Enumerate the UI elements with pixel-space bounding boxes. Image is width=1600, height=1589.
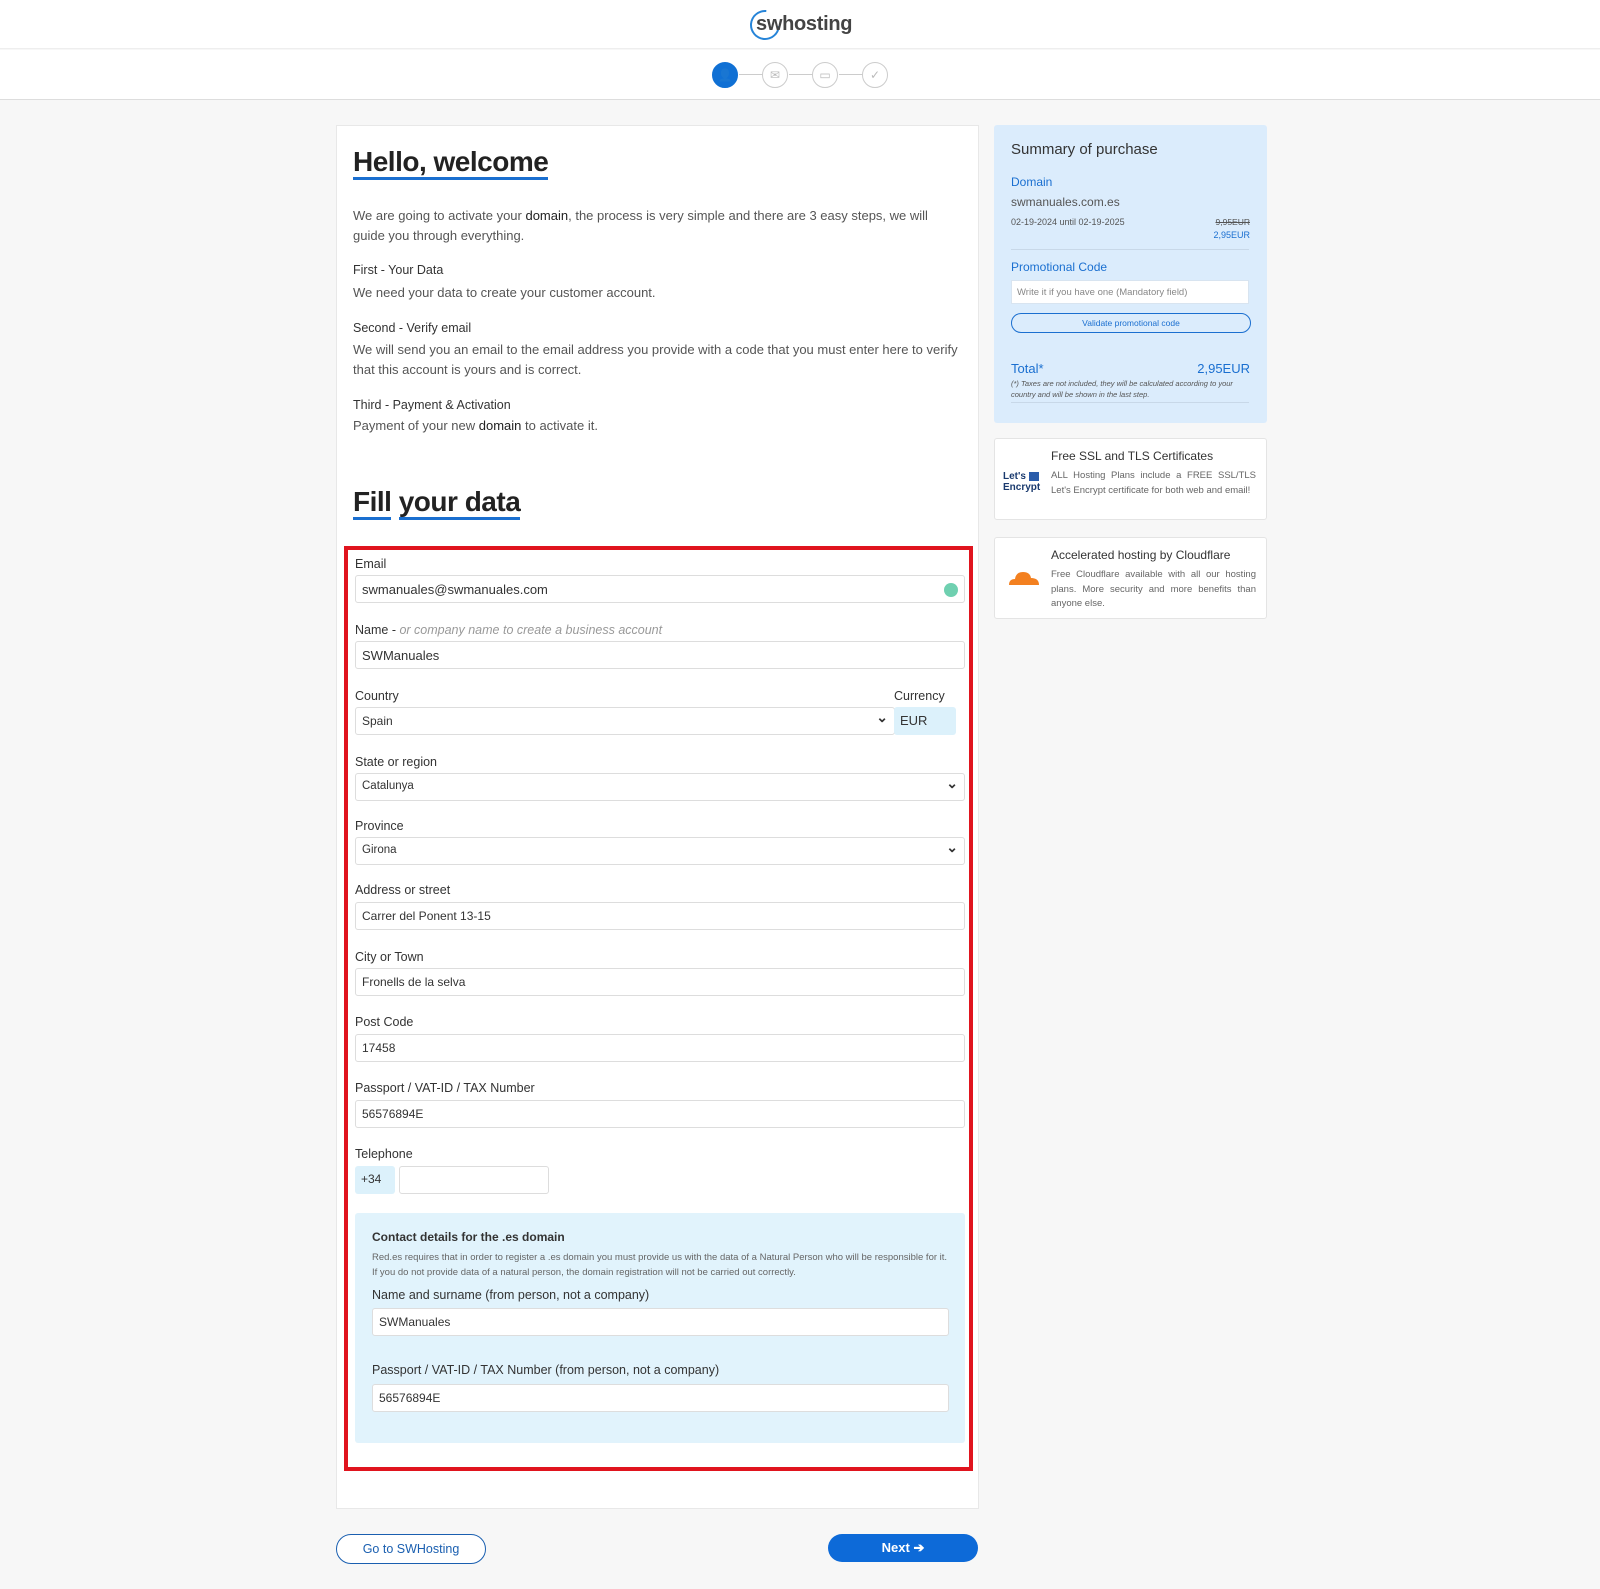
step-payment: ▭ — [812, 62, 838, 88]
province-select[interactable]: Girona — [355, 837, 965, 865]
domain-name: swmanuales.com.es — [1011, 195, 1120, 209]
email-label: Email — [355, 557, 387, 571]
form-title: Fill your data — [353, 486, 521, 520]
step1-title: First - Your Data — [353, 263, 444, 277]
step-connector — [839, 74, 863, 75]
valid-status-icon — [944, 583, 958, 597]
summary-title: Summary of purchase — [1011, 141, 1158, 158]
address-label: Address or street — [355, 883, 451, 897]
tax-note: (*) Taxes are not included, they will be… — [1011, 379, 1233, 399]
promo-code-input[interactable]: Write it if you have one (Mandatory fiel… — [1011, 280, 1249, 304]
currency-field: EUR — [894, 707, 956, 735]
highlighted-form: Email swmanuales@swmanuales.com Name - o… — [344, 546, 973, 1471]
es-contact-section: Contact details for the .es domain Red.e… — [355, 1213, 965, 1443]
step-connector — [789, 74, 813, 75]
ssl-card-text: ALL Hosting Plans include a FREE SSL/TLS… — [1051, 470, 1256, 496]
address-field[interactable]: Carrer del Ponent 13-15 — [355, 902, 965, 930]
taxid-label: Passport / VAT-ID / TAX Number — [355, 1081, 535, 1095]
state-select[interactable]: Catalunya — [355, 773, 965, 801]
check-icon: ✓ — [869, 68, 881, 82]
es-name-field[interactable]: SWManuales — [372, 1308, 949, 1336]
city-label: City or Town — [355, 950, 424, 964]
country-label: Country — [355, 689, 399, 703]
total-label: Total* — [1011, 361, 1044, 376]
domain-label: Domain — [1011, 175, 1053, 189]
total-value: 2,95EUR — [1197, 361, 1250, 376]
cloudflare-cloud-icon — [1009, 572, 1039, 585]
email-field[interactable]: swmanuales@swmanuales.com — [355, 575, 965, 603]
step2-title: Second - Verify email — [353, 321, 472, 335]
cloudflare-card-text: Free Cloudflare available with all our h… — [1051, 569, 1256, 609]
es-taxid-field[interactable]: 56576894E — [372, 1384, 949, 1412]
name-field[interactable]: SWManuales — [355, 641, 965, 669]
old-price: 9,95EUR — [1215, 217, 1251, 227]
step-your-data: 👤 — [712, 62, 738, 88]
country-select[interactable]: Spain — [355, 707, 895, 735]
divider — [1011, 249, 1249, 250]
purchase-summary: Summary of purchase Domain swmanuales.co… — [994, 125, 1267, 423]
telephone-label: Telephone — [355, 1147, 413, 1161]
telephone-field[interactable] — [399, 1166, 549, 1194]
main-panel: Hello, welcome We are going to activate … — [336, 125, 979, 1509]
province-label: Province — [355, 819, 404, 833]
postcode-label: Post Code — [355, 1015, 414, 1029]
welcome-title: Hello, welcome — [353, 146, 549, 180]
ssl-card-title: Free SSL and TLS Certificates — [1051, 449, 1214, 463]
mail-lock-icon: ✉ — [769, 68, 781, 82]
credit-card-icon: ▭ — [819, 68, 831, 82]
city-field[interactable]: Fronells de la selva — [355, 968, 965, 996]
logo-text: swhosting — [756, 13, 853, 35]
es-name-label: Name and surname (from person, not a com… — [372, 1288, 650, 1302]
step2-text: We will send you an email to the email a… — [353, 342, 958, 377]
currency-label: Currency — [894, 689, 945, 703]
user-icon: 👤 — [717, 68, 733, 82]
go-to-swhosting-button[interactable]: Go to SWHosting — [336, 1534, 486, 1564]
step-connector — [739, 74, 763, 75]
step-verify-email: ✉ — [762, 62, 788, 88]
es-contact-text: Red.es requires that in order to registe… — [372, 1252, 948, 1278]
step3-title: Third - Payment & Activation — [353, 398, 511, 412]
letsencrypt-logo-icon: Let's Encrypt — [1003, 471, 1041, 493]
promo-label: Promotional Code — [1011, 260, 1108, 274]
swhosting-logo[interactable]: swhosting — [743, 3, 853, 47]
domain-period: 02-19-2024 until 02-19-2025 — [1011, 217, 1125, 227]
step-done: ✓ — [862, 62, 888, 88]
top-header: swhosting — [0, 0, 1600, 49]
cloudflare-card-title: Accelerated hosting by Cloudflare — [1051, 548, 1231, 562]
domain-price: 2,95EUR — [1213, 230, 1250, 240]
name-label: Name - or company name to create a busin… — [355, 623, 663, 637]
taxid-field[interactable]: 56576894E — [355, 1100, 965, 1128]
validate-promo-button[interactable]: Validate promotional code — [1011, 313, 1251, 333]
cloudflare-card: Accelerated hosting by Cloudflare Free C… — [994, 537, 1267, 619]
intro-paragraph: We are going to activate your domain, th… — [353, 208, 928, 243]
state-label: State or region — [355, 755, 437, 769]
es-taxid-label: Passport / VAT-ID / TAX Number (from per… — [372, 1363, 720, 1377]
step1-text: We need your data to create your custome… — [353, 285, 656, 300]
next-button[interactable]: Next ➔ — [828, 1534, 978, 1562]
phone-prefix: +34 — [355, 1166, 395, 1194]
postcode-field[interactable]: 17458 — [355, 1034, 965, 1062]
ssl-card: Let's Encrypt Free SSL and TLS Certifica… — [994, 438, 1267, 520]
step3-text: Payment of your new domain to activate i… — [353, 418, 598, 433]
es-contact-title: Contact details for the .es domain — [372, 1230, 565, 1244]
progress-steps: 👤 ✉ ▭ ✓ — [0, 50, 1600, 100]
divider — [1011, 402, 1249, 403]
